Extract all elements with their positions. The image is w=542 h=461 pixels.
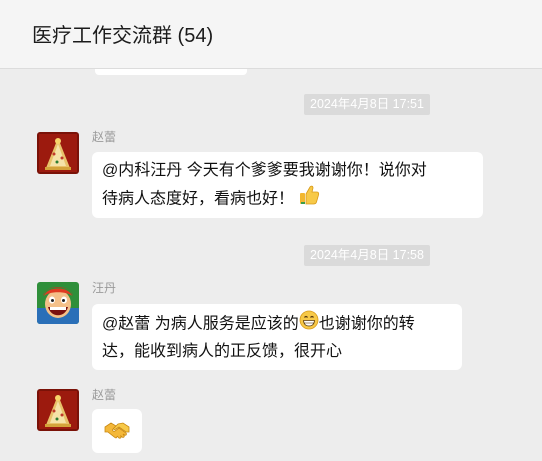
message-text-line: @内科汪丹 今天有个爹爹要我谢谢你！说你对: [102, 162, 427, 179]
message-text-line: 待病人态度好，看病也好！: [102, 190, 295, 208]
message-text-line: @赵蕾 为病人服务是应该的: [102, 315, 299, 333]
chat-title[interactable]: 医疗工作交流群 (54): [32, 19, 213, 48]
grinning-face-icon: [299, 310, 319, 339]
message-bubble[interactable]: @赵蕾 为病人服务是应该的 也谢谢你的转 达，能收到病人的正反馈，很开心: [92, 304, 462, 370]
timestamp: 2024年4月8日 17:51: [304, 94, 430, 115]
timestamp: 2024年4月8日 17:58: [304, 245, 430, 266]
message-text-line: 达，能收到病人的正反馈，很开心: [102, 343, 343, 360]
previous-message-bubble[interactable]: [95, 69, 247, 75]
thumbs-up-icon: [298, 184, 320, 215]
red-decorative-avatar-icon: [37, 389, 79, 431]
message-bubble[interactable]: [92, 409, 142, 453]
message-bubble[interactable]: @内科汪丹 今天有个爹爹要我谢谢你！说你对 待病人态度好，看病也好！: [92, 152, 483, 218]
sender-name: 赵蕾: [92, 388, 117, 402]
avatar[interactable]: [37, 389, 79, 431]
chat-header: 医疗工作交流群 (54): [0, 0, 542, 69]
sender-name: 赵蕾: [92, 130, 117, 144]
message-text-line: 也谢谢你的转: [318, 315, 415, 333]
red-decorative-avatar-icon: [37, 132, 79, 174]
sender-name: 汪丹: [92, 281, 117, 295]
handshake-icon: [104, 418, 130, 451]
avatar[interactable]: [37, 132, 79, 174]
avatar[interactable]: [37, 282, 79, 324]
cartoon-face-avatar-icon: [37, 282, 79, 324]
